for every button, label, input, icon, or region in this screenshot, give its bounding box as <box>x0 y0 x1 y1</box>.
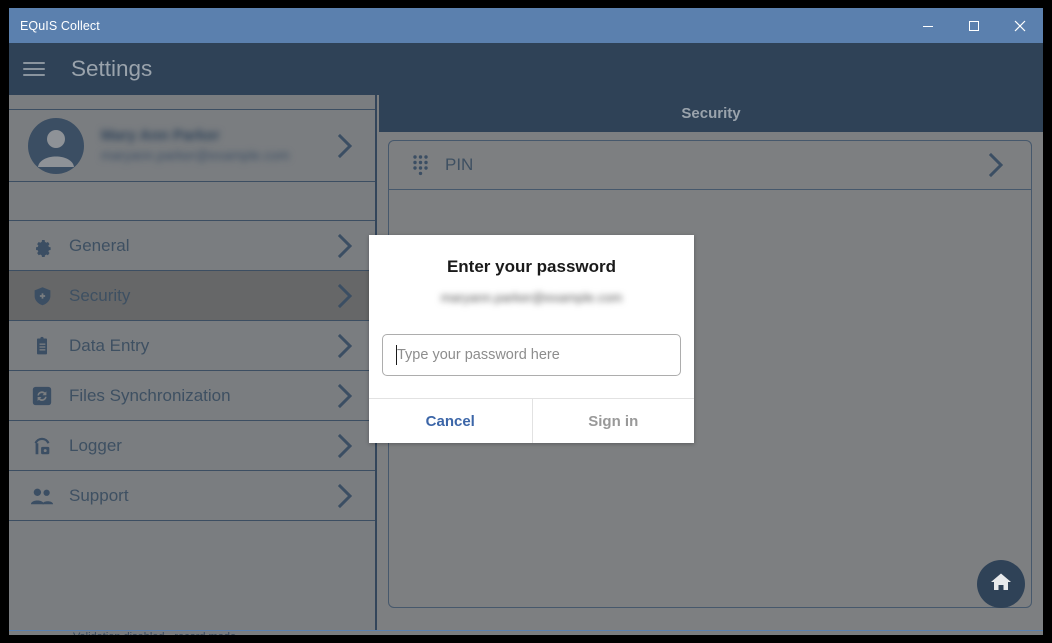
people-icon <box>25 486 59 506</box>
logger-lock-icon <box>25 435 59 457</box>
window-controls <box>905 8 1043 43</box>
chevron-right-icon <box>325 383 375 409</box>
settings-sidebar: Mary Ann Parker maryann.parker@example.c… <box>9 95 377 635</box>
password-input[interactable] <box>382 334 681 376</box>
window-titlebar: EQuIS Collect <box>9 8 1043 43</box>
password-input-wrap <box>382 334 681 376</box>
sign-in-button[interactable]: Sign in <box>531 399 694 443</box>
chevron-right-icon <box>325 333 375 359</box>
status-bar: Validation disabled - record mode <box>9 630 1043 635</box>
home-icon <box>989 570 1013 599</box>
chevron-right-icon <box>325 283 375 309</box>
app-window-screenshot: EQuIS Collect Settings Mary Ann Parker m… <box>0 0 1052 643</box>
sidebar-top-spacer <box>9 95 375 110</box>
sidebar-item-files-synchronization[interactable]: Files Synchronization <box>9 371 375 421</box>
app-header: Settings <box>9 43 1043 95</box>
dialog-account-email: maryann.parker@example.com <box>440 290 623 305</box>
chevron-right-icon <box>325 233 375 259</box>
sidebar-divider-block <box>9 182 375 221</box>
cancel-button[interactable]: Cancel <box>369 399 532 443</box>
close-icon <box>1013 19 1027 33</box>
pin-label: PIN <box>445 155 474 174</box>
sidebar-item-logger[interactable]: Logger <box>9 421 375 471</box>
dialog-actions: Cancel Sign in <box>369 398 694 443</box>
minimize-icon <box>922 20 934 32</box>
chevron-right-icon <box>325 433 375 459</box>
sidebar-item-label: Logger <box>69 435 122 455</box>
sidebar-empty-space <box>9 521 375 589</box>
password-dialog: Enter your password maryann.parker@examp… <box>369 235 694 443</box>
sidebar-item-label: General <box>69 235 130 255</box>
sidebar-item-general[interactable]: General <box>9 221 375 271</box>
page-title: Settings <box>71 56 153 81</box>
close-button[interactable] <box>997 8 1043 43</box>
sidebar-item-label: Security <box>69 285 131 305</box>
dialpad-icon <box>403 154 437 176</box>
sidebar-item-support[interactable]: Support <box>9 471 375 521</box>
sidebar-item-security[interactable]: Security <box>9 271 375 321</box>
chevron-right-icon <box>325 133 375 159</box>
hamburger-line <box>23 62 45 64</box>
minimize-button[interactable] <box>905 8 951 43</box>
hamburger-menu-icon[interactable] <box>21 59 47 79</box>
hamburger-line <box>23 68 45 70</box>
sidebar-item-label: Files Synchronization <box>69 385 231 405</box>
profile-text: Mary Ann Parker maryann.parker@example.c… <box>101 127 325 165</box>
hamburger-line <box>23 74 45 76</box>
profile-email: maryann.parker@example.com <box>101 147 290 163</box>
pane-title: Security <box>681 105 741 122</box>
chevron-right-icon <box>325 483 375 509</box>
dialog-title: Enter your password <box>446 257 617 276</box>
sidebar-item-data-entry[interactable]: Data Entry <box>9 321 375 371</box>
avatar <box>27 117 85 175</box>
window-title: EQuIS Collect <box>20 18 100 33</box>
pane-header: Security <box>379 95 1043 132</box>
home-button[interactable] <box>977 560 1025 608</box>
status-bar-text: Validation disabled - record mode <box>73 631 236 635</box>
equis-collect-window: EQuIS Collect Settings Mary Ann Parker m… <box>9 8 1043 635</box>
shield-icon <box>25 285 59 307</box>
profile-name: Mary Ann Parker <box>101 126 220 144</box>
sync-refresh-icon <box>25 385 59 407</box>
maximize-button[interactable] <box>951 8 997 43</box>
text-caret <box>396 345 397 365</box>
sidebar-item-profile[interactable]: Mary Ann Parker maryann.parker@example.c… <box>9 110 375 182</box>
chevron-right-icon <box>973 151 1031 179</box>
clipboard-icon <box>25 335 59 357</box>
pin-row[interactable]: PIN <box>389 141 1031 190</box>
gear-icon <box>25 235 59 257</box>
sidebar-item-label: Data Entry <box>69 335 150 355</box>
sidebar-item-label: Support <box>69 485 129 505</box>
maximize-icon <box>968 20 980 32</box>
